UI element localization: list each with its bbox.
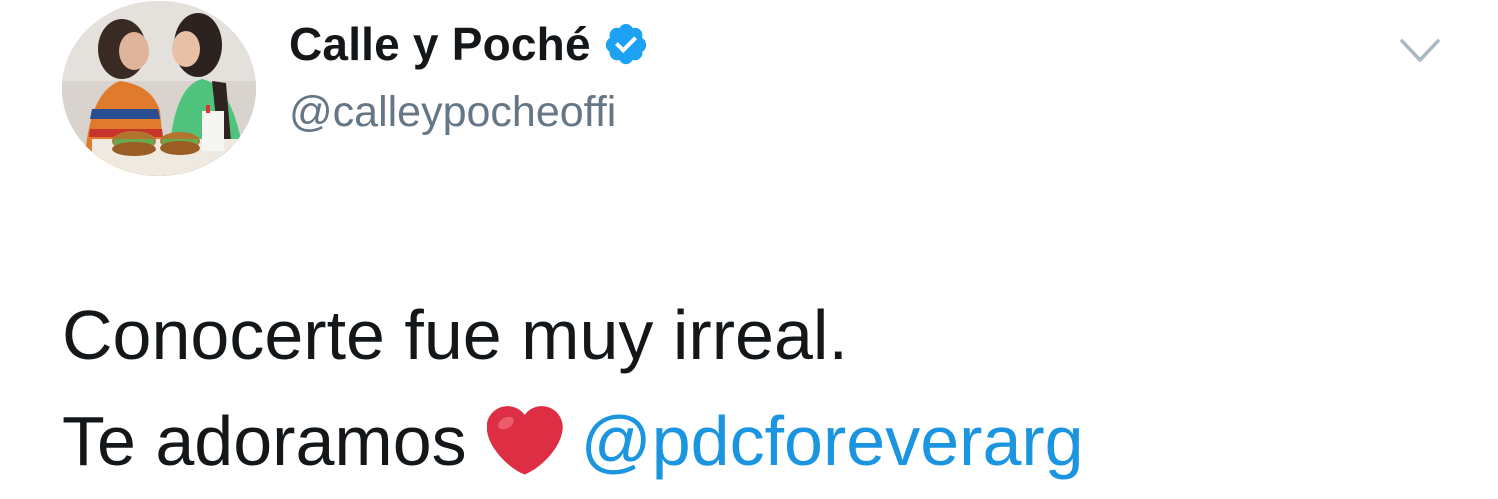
tweet-text: Conocerte fue muy irreal. Te adoramos @p… <box>62 282 1084 494</box>
author-name-row[interactable]: Calle y Poché <box>289 14 649 74</box>
display-name[interactable]: Calle y Poché <box>289 17 591 71</box>
chevron-down-icon[interactable] <box>1398 33 1442 69</box>
mention-link[interactable]: @pdcforeverarg <box>581 388 1084 494</box>
red-heart-emoji <box>486 406 563 475</box>
profile-photo <box>62 1 256 176</box>
tweet-text-line-2: Te adoramos @pdcforeverarg <box>62 388 1084 494</box>
tweet-card: Calle y Poché @calleypocheoffi Conocerte… <box>0 0 1498 499</box>
tweet-text-sentence: Conocerte fue muy irreal. <box>62 296 848 374</box>
avatar[interactable] <box>62 1 256 176</box>
user-handle[interactable]: @calleypocheoffi <box>289 88 616 137</box>
verified-badge-icon <box>605 23 646 65</box>
tweet-text-line-1: Conocerte fue muy irreal. <box>62 282 1084 388</box>
tweet-text-prefix: Te adoramos <box>62 402 467 480</box>
